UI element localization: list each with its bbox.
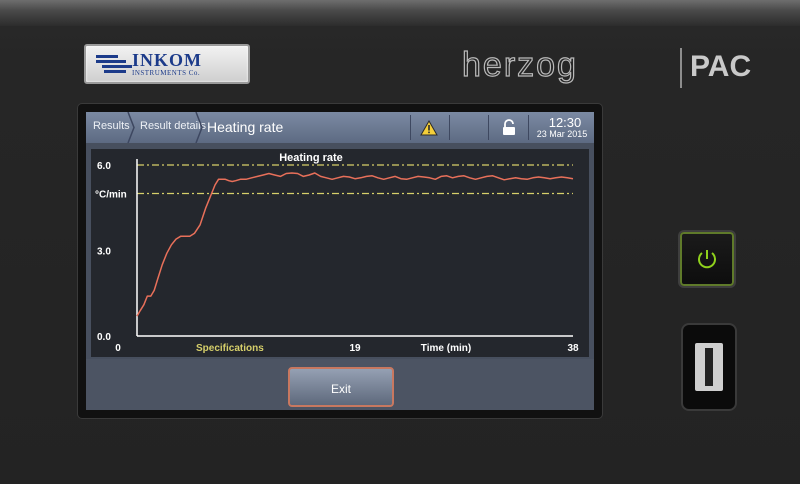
herzog-pac-logo: herzog PAC xyxy=(461,45,762,92)
x-axis-label: Time (min) xyxy=(421,343,471,354)
power-button[interactable] xyxy=(680,232,734,286)
usb-port-frame xyxy=(683,325,735,409)
legend-specifications: Specifications xyxy=(196,343,264,354)
heating-rate-chart: Heating rate 0.0 3.0 6.0 °C/min 0 19 38 Specific… xyxy=(91,149,589,357)
warning-icon[interactable] xyxy=(420,120,438,136)
unlocked-icon[interactable] xyxy=(502,119,516,136)
breadcrumb-results[interactable]: Results xyxy=(93,120,130,132)
brand-divider xyxy=(680,48,682,88)
chart-svg: Heating rate 0.0 3.0 6.0 °C/min 0 19 38 Specific… xyxy=(95,152,579,354)
page-title: Heating rate xyxy=(207,119,284,135)
screen-footer: Exit xyxy=(86,359,594,410)
breadcrumb-chevron-icon xyxy=(127,112,135,143)
y-tick-label: 0.0 xyxy=(97,332,111,343)
x-tick-label: 0 xyxy=(115,343,121,354)
usb-port[interactable] xyxy=(695,343,723,391)
screen-topbar: Results Result details Heating rate 12:3… xyxy=(86,112,594,143)
topbar-divider xyxy=(410,115,411,140)
exit-button[interactable]: Exit xyxy=(288,367,394,407)
clock-time: 12:30 xyxy=(548,115,582,130)
topbar-divider xyxy=(488,115,489,140)
y-axis-label: °C/min xyxy=(95,190,127,201)
device-top-strip xyxy=(0,0,800,26)
breadcrumb-chevron-icon xyxy=(195,112,203,143)
topbar-divider xyxy=(528,115,529,140)
power-icon xyxy=(698,250,716,269)
y-tick-label: 6.0 xyxy=(97,161,111,172)
brand-herzog: herzog xyxy=(461,45,578,84)
topbar-divider xyxy=(449,115,450,140)
chart-title: Heating rate xyxy=(279,152,343,164)
badge-subtitle: INSTRUMENTS Co. xyxy=(132,69,201,77)
inkom-logo-icon xyxy=(96,55,132,73)
inkom-badge: INKOM INSTRUMENTS Co. xyxy=(84,44,250,84)
badge-name: INKOM xyxy=(132,50,202,70)
x-tick-label: 19 xyxy=(349,343,361,354)
heating-rate-series xyxy=(136,172,574,317)
touch-screen: Results Result details Heating rate 12:3… xyxy=(86,112,594,410)
brand-pac: PAC xyxy=(690,50,752,83)
x-tick-label: 38 xyxy=(567,343,579,354)
clock-date: 23 Mar 2015 xyxy=(536,129,588,139)
y-tick-label: 3.0 xyxy=(97,247,111,258)
